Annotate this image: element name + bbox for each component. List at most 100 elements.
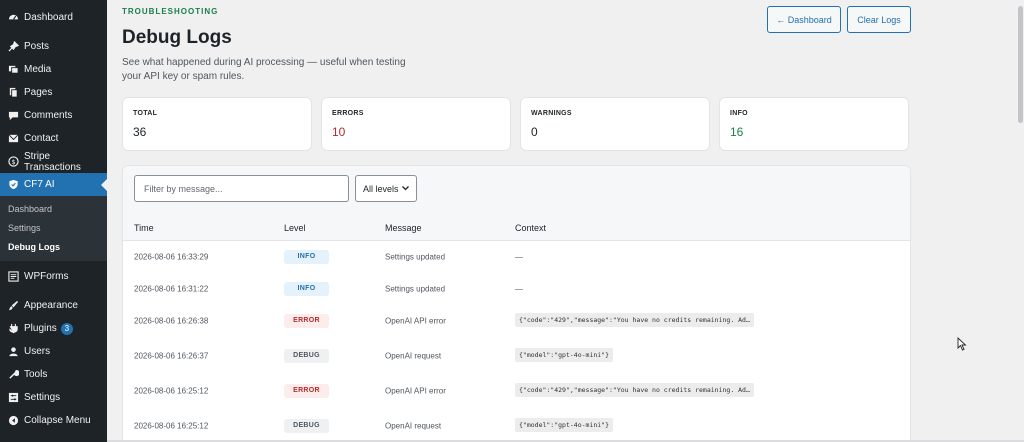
level-badge: DEBUG bbox=[284, 419, 329, 433]
column-header-time[interactable]: Time bbox=[134, 223, 154, 233]
log-time: 2026-08-06 16:31:22 bbox=[134, 284, 209, 294]
user-icon bbox=[7, 346, 19, 358]
cf7-ai-submenu: Dashboard Settings Debug Logs bbox=[0, 196, 107, 261]
sidebar-item-label: Plugins bbox=[24, 323, 57, 334]
sidebar-item-cf7-ai[interactable]: CF7 AI bbox=[0, 173, 107, 196]
log-message: OpenAI request bbox=[385, 421, 442, 431]
pages-icon bbox=[7, 87, 19, 99]
log-message: OpenAI API error bbox=[385, 386, 446, 396]
stat-card-total: TOTAL 36 bbox=[122, 97, 312, 151]
table-row: 2026-08-06 16:33:29 INFO Settings update… bbox=[123, 241, 910, 273]
log-message: OpenAI request bbox=[385, 351, 442, 361]
sidebar-item-plugins[interactable]: Plugins 3 bbox=[0, 317, 107, 340]
sidebar-item-appearance[interactable]: Appearance bbox=[0, 294, 107, 317]
page-eyebrow: TROUBLESHOOTING bbox=[122, 7, 219, 16]
column-header-message[interactable]: Message bbox=[385, 223, 422, 233]
context-code: {"code":"429","message":"You have no cre… bbox=[515, 383, 754, 397]
sidebar-item-tools[interactable]: Tools bbox=[0, 363, 107, 386]
sidebar-item-label: Pages bbox=[24, 87, 53, 98]
sidebar-item-label: Users bbox=[24, 346, 51, 357]
log-level: ERROR bbox=[284, 314, 329, 328]
sidebar-item-pages[interactable]: Pages bbox=[0, 81, 107, 104]
level-select[interactable]: All levels bbox=[355, 175, 417, 202]
shield-icon bbox=[7, 179, 19, 191]
sidebar-item-settings[interactable]: Settings bbox=[0, 386, 107, 409]
stat-value: 10 bbox=[332, 125, 346, 139]
stat-label: TOTAL bbox=[133, 110, 158, 117]
media-icon bbox=[7, 64, 19, 76]
scrollbar-thumb[interactable] bbox=[1018, 6, 1023, 123]
submenu-item-dashboard[interactable]: Dashboard bbox=[0, 200, 107, 219]
sidebar-item-label: Stripe Transactions bbox=[24, 150, 81, 173]
log-level: INFO bbox=[284, 250, 329, 264]
sidebar-item-label: Media bbox=[24, 64, 52, 75]
column-header-context[interactable]: Context bbox=[515, 223, 546, 233]
settings-icon bbox=[7, 392, 19, 404]
sidebar-item-users[interactable]: Users bbox=[0, 340, 107, 363]
stat-value: 16 bbox=[730, 125, 744, 139]
level-select-value: All levels bbox=[363, 183, 399, 194]
forms-icon bbox=[7, 271, 19, 283]
stat-card-errors: ERRORS 10 bbox=[321, 97, 511, 151]
logs-panel: All levels Time Level Message Context 20… bbox=[122, 165, 911, 442]
sidebar-item-wpforms[interactable]: WPForms bbox=[0, 265, 107, 288]
submenu-item-debug-logs[interactable]: Debug Logs bbox=[0, 238, 107, 257]
sidebar-item-contact[interactable]: Contact bbox=[0, 127, 107, 150]
submenu-item-settings[interactable]: Settings bbox=[0, 219, 107, 238]
mouse-cursor-icon bbox=[957, 336, 967, 351]
page-title: Debug Logs bbox=[122, 27, 232, 48]
stat-value: 0 bbox=[531, 125, 538, 139]
page-scrollbar[interactable] bbox=[1017, 0, 1024, 442]
log-level: INFO bbox=[284, 282, 329, 296]
sidebar-item-label: Tools bbox=[24, 369, 48, 380]
sidebar-item-comments[interactable]: Comments bbox=[0, 104, 107, 127]
table-row: 2026-08-06 16:26:38 ERROR OpenAI API err… bbox=[123, 305, 910, 337]
comment-icon bbox=[7, 110, 19, 122]
table-row: 2026-08-06 16:25:12 DEBUG OpenAI request… bbox=[123, 410, 910, 442]
context-code: {"model":"gpt-4o-mini"} bbox=[515, 418, 614, 432]
plugins-update-badge: 3 bbox=[60, 322, 73, 335]
wrench-icon bbox=[7, 369, 19, 381]
sidebar-item-label: WPForms bbox=[24, 271, 69, 282]
plugin-icon bbox=[7, 323, 19, 335]
stat-card-info: INFO 16 bbox=[719, 97, 909, 151]
admin-sidebar: Dashboard Posts Media Pages Comments Con… bbox=[0, 0, 107, 442]
log-context: — bbox=[515, 252, 523, 262]
clear-logs-button[interactable]: Clear Logs bbox=[847, 6, 911, 33]
level-badge: ERROR bbox=[284, 314, 329, 328]
column-header-level[interactable]: Level bbox=[284, 223, 306, 233]
svg-text:$: $ bbox=[11, 158, 15, 166]
logs-toolbar: All levels Time Level Message Context bbox=[123, 166, 910, 241]
log-level: DEBUG bbox=[284, 349, 329, 363]
sidebar-item-media[interactable]: Media bbox=[0, 58, 107, 81]
sidebar-item-dashboard[interactable]: Dashboard bbox=[0, 6, 107, 29]
sidebar-item-posts[interactable]: Posts bbox=[0, 35, 107, 58]
log-time: 2026-08-06 16:26:38 bbox=[134, 316, 209, 326]
chevron-down-icon bbox=[401, 186, 409, 191]
context-code: {"code":"429","message":"You have no cre… bbox=[515, 313, 754, 327]
log-context: {"code":"429","message":"You have no cre… bbox=[515, 383, 754, 399]
pin-icon bbox=[7, 41, 19, 53]
collapse-menu-button[interactable]: Collapse Menu bbox=[0, 409, 107, 432]
level-badge: ERROR bbox=[284, 384, 329, 398]
table-row: 2026-08-06 16:31:22 INFO Settings update… bbox=[123, 273, 910, 305]
sidebar-item-label: Contact bbox=[24, 133, 59, 144]
log-time: 2026-08-06 16:25:12 bbox=[134, 386, 209, 396]
sidebar-item-label: Posts bbox=[24, 41, 50, 52]
log-context: — bbox=[515, 284, 523, 294]
sidebar-item-stripe-transactions[interactable]: $ Stripe Transactions bbox=[0, 150, 107, 173]
sidebar-item-label: Appearance bbox=[24, 300, 78, 311]
back-to-dashboard-button[interactable]: ← Dashboard bbox=[767, 6, 841, 33]
page-description: See what happened during AI processing —… bbox=[122, 57, 406, 82]
level-badge: INFO bbox=[284, 250, 329, 264]
log-message: Settings updated bbox=[385, 284, 446, 294]
stat-label: INFO bbox=[730, 110, 748, 117]
mail-icon bbox=[7, 133, 19, 145]
stat-value: 36 bbox=[133, 125, 147, 139]
filter-message-input[interactable] bbox=[134, 175, 349, 202]
context-code: {"model":"gpt-4o-mini"} bbox=[515, 348, 614, 362]
sidebar-item-label: CF7 AI bbox=[24, 179, 55, 190]
log-level: ERROR bbox=[284, 384, 329, 398]
table-row: 2026-08-06 16:25:12 ERROR OpenAI API err… bbox=[123, 375, 910, 407]
stat-label: WARNINGS bbox=[531, 110, 572, 117]
